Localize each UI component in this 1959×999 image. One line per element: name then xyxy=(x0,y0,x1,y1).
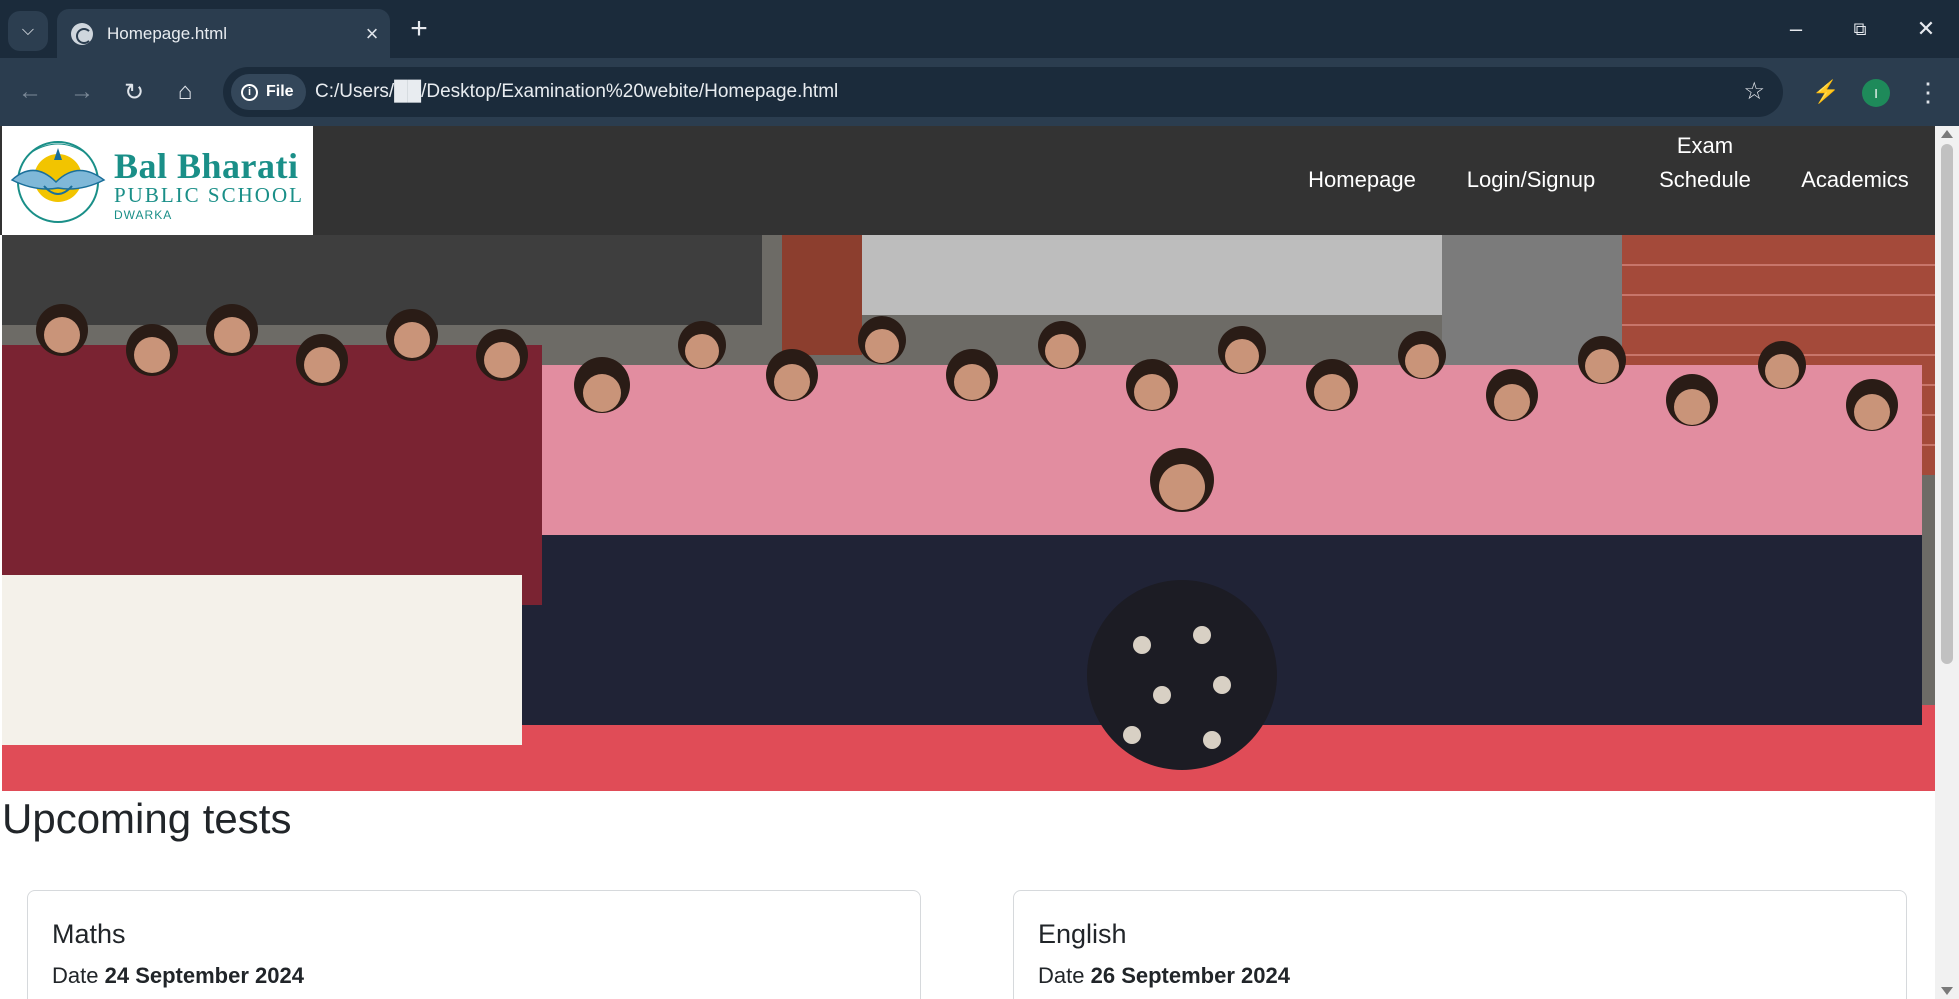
restore-icon[interactable]: ⧉ xyxy=(1840,12,1880,46)
section-title-upcoming-tests: Upcoming tests xyxy=(2,795,292,842)
nav-link-homepage[interactable]: Homepage xyxy=(1300,163,1424,197)
nav-link-exam-line1: Exam xyxy=(1676,133,1734,158)
school-emblem-icon xyxy=(10,141,106,223)
browser-tab-strip: ⌵ Homepage.html × + – ⧉ ✕ xyxy=(0,0,1959,58)
test-card-english[interactable]: English Date 26 September 2024 xyxy=(1013,890,1907,999)
forward-arrow-icon[interactable]: → xyxy=(62,72,102,112)
browser-toolbar: ← → ↻ ⌂ i File C:/Users/██/Desktop/Exami… xyxy=(0,58,1959,126)
nav-link-login-signup[interactable]: Login/Signup xyxy=(1457,163,1605,197)
performance-icon[interactable]: ⚡ xyxy=(1806,72,1846,112)
url-text[interactable]: C:/Users/██/Desktop/Examination%20webite… xyxy=(315,67,838,117)
chevron-down-icon: ⌵ xyxy=(21,22,35,39)
test-card-maths[interactable]: Maths Date 24 September 2024 xyxy=(27,890,921,999)
home-icon[interactable]: ⌂ xyxy=(165,72,205,112)
test-card-date: Date 24 September 2024 xyxy=(52,963,304,989)
back-arrow-icon[interactable]: ← xyxy=(10,72,50,112)
test-card-date-value: 24 September 2024 xyxy=(104,963,304,988)
logo-school-subtitle: PUBLIC SCHOOL xyxy=(114,183,304,207)
tab-search-button[interactable]: ⌵ xyxy=(8,11,48,51)
site-navbar: Bal Bharati PUBLIC SCHOOL DWARKA Homepag… xyxy=(0,126,1935,235)
globe-icon xyxy=(71,22,93,45)
hero-group-photo xyxy=(2,235,1935,791)
test-card-date: Date 26 September 2024 xyxy=(1038,963,1290,989)
test-card-date-value: 26 September 2024 xyxy=(1090,963,1290,988)
kebab-menu-icon[interactable]: ⋮ xyxy=(1908,72,1948,112)
school-logo[interactable]: Bal Bharati PUBLIC SCHOOL DWARKA xyxy=(2,126,313,235)
site-chip-label: File xyxy=(266,83,294,100)
nav-link-exam-line2: Schedule xyxy=(1659,167,1751,192)
nav-link-exam-schedule[interactable]: Exam Schedule xyxy=(1648,129,1762,197)
logo-wordmark: Bal Bharati PUBLIC SCHOOL DWARKA xyxy=(114,148,304,222)
profile-avatar[interactable]: I xyxy=(1862,79,1890,107)
scroll-up-arrow-icon[interactable] xyxy=(1941,130,1953,138)
nav-link-academics[interactable]: Academics xyxy=(1793,163,1917,197)
test-card-date-label: Date xyxy=(1038,963,1085,988)
close-icon[interactable]: × xyxy=(354,22,390,45)
address-bar[interactable]: i File C:/Users/██/Desktop/Examination%2… xyxy=(223,67,1783,117)
tab-title: Homepage.html xyxy=(107,23,228,43)
info-icon: i xyxy=(241,83,258,101)
window-close-icon[interactable]: ✕ xyxy=(1906,12,1946,46)
scroll-down-arrow-icon[interactable] xyxy=(1941,987,1953,995)
reload-icon[interactable]: ↻ xyxy=(114,72,154,112)
test-card-subject: Maths xyxy=(52,919,126,949)
browser-tab[interactable]: Homepage.html × xyxy=(57,9,390,58)
page-viewport: Bal Bharati PUBLIC SCHOOL DWARKA Homepag… xyxy=(0,126,1935,999)
logo-school-location: DWARKA xyxy=(114,208,173,222)
test-card-date-label: Date xyxy=(52,963,99,988)
site-info-chip[interactable]: i File xyxy=(231,74,306,110)
logo-school-name: Bal Bharati xyxy=(114,146,299,186)
bookmark-star-icon[interactable]: ☆ xyxy=(1743,67,1765,117)
staff-group-image xyxy=(2,235,1935,791)
minimize-icon[interactable]: – xyxy=(1776,12,1816,46)
test-card-subject: English xyxy=(1038,919,1127,949)
scrollbar-thumb[interactable] xyxy=(1941,144,1953,664)
new-tab-button[interactable]: + xyxy=(402,13,436,45)
page-scrollbar[interactable] xyxy=(1935,126,1959,999)
